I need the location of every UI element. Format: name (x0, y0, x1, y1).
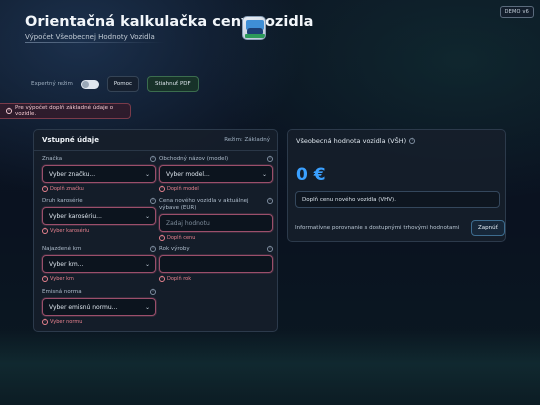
model-error-text: Doplň model (167, 186, 199, 192)
emission-select[interactable]: Vyber emisnú normu... ⌄ (42, 298, 156, 316)
toolbar: Expertný režim Pomoc Stiahnuť PDF (31, 76, 199, 92)
field-year: Rok výroby i ! Doplň rok (159, 246, 273, 282)
field-brand: Značka i Vyber značku... ⌄ ! Doplň značk… (42, 156, 156, 192)
year-error-text: Doplň rok (167, 276, 192, 282)
year-input[interactable] (159, 255, 273, 273)
emission-select-value: Vyber emisnú normu... (49, 303, 118, 311)
download-pdf-button[interactable]: Stiahnuť PDF (147, 76, 199, 92)
year-error: ! Doplň rok (159, 276, 273, 282)
model-select-value: Vyber model... (166, 170, 210, 178)
body-type-select-value: Vyber karosériu... (49, 212, 102, 220)
emission-error-text: Vyber normu (50, 319, 83, 325)
info-icon[interactable]: i (150, 156, 156, 162)
error-icon: ! (159, 276, 165, 282)
input-form-card: Vstupné údaje Režim: Základný Značka i V… (33, 129, 278, 332)
mileage-label: Najazdené km (42, 246, 82, 252)
body-type-error-text: Vyber karosériu (50, 228, 90, 234)
info-icon[interactable]: i (150, 246, 156, 252)
info-icon[interactable]: i (267, 246, 273, 252)
chevron-down-icon: ⌄ (144, 303, 150, 311)
form-title: Vstupné údaje (42, 136, 99, 144)
emission-error: ! Vyber normu (42, 319, 156, 325)
help-button[interactable]: Pomoc (106, 76, 140, 92)
brand-error: ! Doplň značku (42, 186, 156, 192)
field-emission: Emisná norma i Vyber emisnú normu... ⌄ !… (42, 289, 156, 325)
chevron-down-icon: ⌄ (144, 260, 150, 268)
mileage-select[interactable]: Vyber km... ⌄ (42, 255, 156, 273)
form-divider (34, 150, 277, 151)
background-band (0, 330, 540, 405)
compare-text: Informatívne porovnanie s dostupnými trh… (295, 225, 460, 231)
new-price-placeholder: Zadaj hodnotu (166, 219, 210, 227)
mode-indicator: Režim: Základný (224, 137, 270, 143)
compare-enable-button[interactable]: Zapnúť (471, 220, 505, 236)
new-price-input[interactable]: Zadaj hodnotu (159, 214, 273, 232)
result-card: Všeobecná hodnota vozidla (VŠH) i 0 € Do… (287, 129, 506, 242)
year-label: Rok výroby (159, 246, 190, 252)
model-select[interactable]: Vyber model... ⌄ (159, 165, 273, 183)
page-title: Orientačná kalkulačka ceny vozidla (25, 14, 314, 30)
field-body-type: Druh karosérie i Vyber karosériu... ⌄ ! … (42, 198, 156, 234)
body-type-select[interactable]: Vyber karosériu... ⌄ (42, 207, 156, 225)
error-icon: ! (42, 186, 48, 192)
chevron-down-icon: ⌄ (144, 170, 150, 178)
demo-badge: DEMO v6 (499, 6, 534, 18)
error-icon: ! (42, 228, 48, 234)
chevron-down-icon: ⌄ (261, 170, 267, 178)
error-icon: ! (159, 235, 165, 241)
logo-road (245, 34, 265, 38)
field-mileage: Najazdené km i Vyber km... ⌄ ! Vyber km (42, 246, 156, 282)
info-icon[interactable]: i (267, 198, 273, 204)
body-type-error: ! Vyber karosériu (42, 228, 156, 234)
mileage-error: ! Vyber km (42, 276, 156, 282)
brand-select-value: Vyber značku... (49, 170, 96, 178)
brand-select[interactable]: Vyber značku... ⌄ (42, 165, 156, 183)
new-price-label: Cena nového vozidla v aktuálnej výbave (… (159, 198, 249, 211)
brand-error-text: Doplň značku (50, 186, 84, 192)
error-icon: ! (42, 276, 48, 282)
emission-label: Emisná norma (42, 289, 82, 295)
car-app-logo-icon (242, 16, 266, 40)
field-new-price: Cena nového vozidla v aktuálnej výbave (… (159, 198, 273, 241)
mileage-select-value: Vyber km... (49, 260, 84, 268)
info-icon[interactable]: i (150, 289, 156, 295)
info-icon: i (6, 108, 12, 114)
mileage-error-text: Vyber km (50, 276, 74, 282)
error-icon: ! (42, 319, 48, 325)
result-title: Všeobecná hodnota vozidla (VŠH) (296, 137, 407, 145)
brand-label: Značka (42, 156, 63, 162)
page-subtitle: Výpočet Všeobecnej Hodnoty Vozidla (25, 33, 155, 41)
result-value: 0 € (296, 165, 326, 185)
model-error: ! Doplň model (159, 186, 273, 192)
chevron-down-icon: ⌄ (144, 212, 150, 220)
info-icon[interactable]: i (150, 198, 156, 204)
info-icon[interactable]: i (267, 156, 273, 162)
alert-text: Pre výpočet doplň základné údaje o vozid… (15, 105, 114, 117)
body-type-label: Druh karosérie (42, 198, 83, 204)
field-model: Obchodný názov (model) i Vyber model... … (159, 156, 273, 192)
subtitle-divider (25, 42, 165, 43)
toggle-knob (81, 80, 89, 88)
new-price-error-text: Doplň cenu (167, 235, 196, 241)
expert-mode-label: Expertný režim (31, 81, 73, 87)
new-price-error: ! Doplň cenu (159, 235, 273, 241)
info-icon[interactable]: i (409, 138, 416, 144)
model-label: Obchodný názov (model) (159, 156, 229, 162)
validation-alert: i Pre výpočet doplň základné údaje o voz… (0, 103, 131, 119)
expert-mode-toggle[interactable] (80, 79, 99, 89)
result-note: Doplň cenu nového vozidla (VHV). (295, 191, 500, 208)
error-icon: ! (159, 186, 165, 192)
